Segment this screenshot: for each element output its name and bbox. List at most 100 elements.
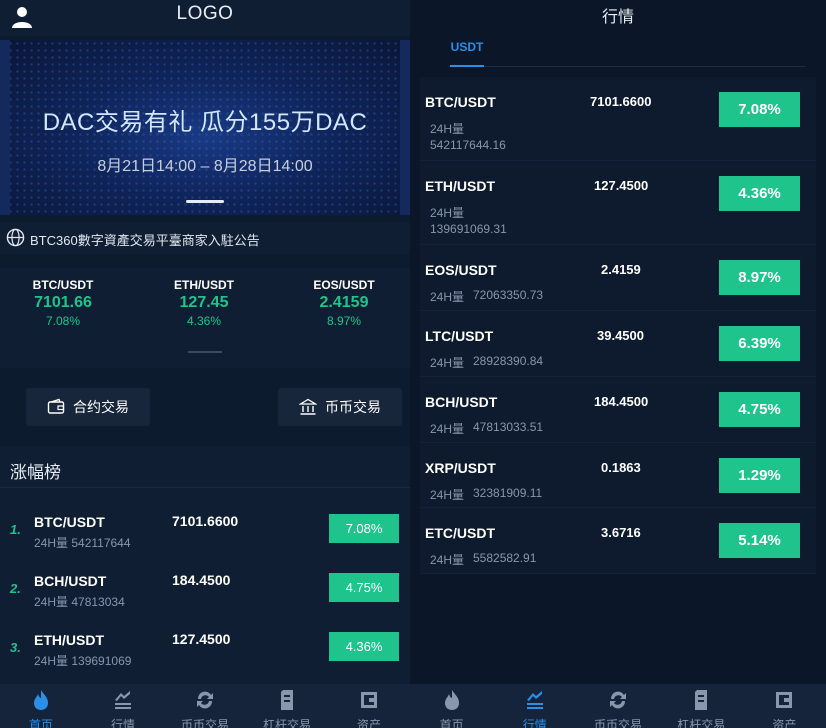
nav-tab-leverage-trade[interactable]: 杠杆交易	[246, 684, 328, 728]
gainer-volume: 24H量 47813034	[34, 595, 125, 609]
gainer-volume: 24H量 139691069	[34, 654, 132, 668]
gainer-pair: BTC/USDT	[34, 514, 105, 530]
market-price: 2.4159	[601, 262, 641, 277]
bank-icon	[299, 398, 317, 415]
exchange-icon	[610, 691, 626, 709]
gainer-change-badge: 7.08%	[329, 514, 399, 543]
ticker-price: 127.45	[179, 294, 229, 311]
nav-tab-label: 币币交易	[594, 718, 643, 728]
ticker-item[interactable]: EOS/USDT 2.4159 8.97%	[284, 278, 404, 328]
market-volume-label: 24H量	[430, 422, 465, 436]
nav-tab-assets[interactable]: 资产	[328, 684, 410, 728]
ticker-price: 7101.66	[34, 294, 92, 311]
nav-tab-label: 行情	[522, 718, 547, 728]
market-row[interactable]: XRP/USDT 0.1863 24H量 32381909.11 1.29%	[420, 443, 816, 508]
market-volume: 28928390.84	[473, 354, 544, 368]
chart-icon	[115, 691, 131, 709]
exchange-icon	[197, 691, 213, 709]
market-volume-label: 24H量	[430, 356, 465, 370]
nav-tab-leverage-trade[interactable]: 杠杆交易	[660, 684, 743, 728]
ticker-item[interactable]: ETH/USDT 127.45 4.36%	[144, 278, 264, 328]
ticker-change: 4.36%	[186, 314, 222, 328]
market-volume: 139691069.31	[430, 222, 507, 236]
market-pair: BCH/USDT	[425, 394, 498, 410]
market-volume-label: 24H量	[430, 290, 465, 304]
nav-tab-label: 行情	[110, 718, 135, 728]
market-row[interactable]: BTC/USDT 7101.6600 24H量 542117644.16 7.08%	[420, 77, 816, 161]
gainer-change-badge: 4.36%	[329, 632, 399, 661]
market-volume: 542117644.16	[430, 138, 506, 152]
banner-headline: DAC交易有礼 瓜分155万DAC	[42, 109, 368, 136]
gainer-rank: 2.	[10, 581, 21, 596]
nav-tab-label: 币币交易	[180, 718, 229, 728]
nav-tab-coin-trade[interactable]: 币币交易	[576, 684, 659, 728]
market-volume-label: 24H量	[430, 488, 465, 502]
gainer-row[interactable]: 2. BCH/USDT 24H量 47813034 184.4500 4.75%	[0, 559, 410, 618]
market-price: 39.4500	[597, 328, 644, 343]
market-volume-label: 24H量	[430, 553, 465, 567]
market-pair: XRP/USDT	[425, 460, 496, 476]
wallet-icon	[776, 692, 793, 708]
banner-indicator[interactable]	[186, 200, 224, 203]
coin-trade-button[interactable]: 币币交易	[278, 388, 402, 426]
home-header: LOGO	[0, 0, 410, 36]
nav-tab-label: 首页	[439, 718, 464, 728]
nav-tab-label: 资产	[356, 718, 381, 728]
market-row[interactable]: ETC/USDT 3.6716 24H量 5582582.91 5.14%	[420, 508, 816, 574]
gainer-row[interactable]: 3. ETH/USDT 24H量 139691069 127.4500 4.36…	[0, 618, 410, 677]
announcement-bar[interactable]: BTC360數字資產交易平臺商家入駐公告	[0, 222, 410, 254]
nav-tab-assets[interactable]: 资产	[743, 684, 826, 728]
market-tabs: USDT	[450, 38, 806, 67]
gainer-price: 7101.6600	[172, 513, 239, 529]
market-row[interactable]: LTC/USDT 39.4500 24H量 28928390.84 6.39%	[420, 311, 816, 377]
globe-icon	[6, 228, 25, 247]
gainer-row[interactable]: 1. BTC/USDT 24H量 542117644 7101.6600 7.0…	[0, 500, 410, 559]
market-volume: 32381909.11	[473, 486, 543, 500]
gainer-change-badge: 4.75%	[329, 573, 399, 602]
market-tab-usdt[interactable]: USDT	[450, 38, 484, 67]
promo-banner[interactable]: DAC交易有礼 瓜分155万DAC 8月21日14:00 – 8月28日14:0…	[0, 40, 410, 215]
coin-trade-label: 币币交易	[325, 399, 381, 415]
nav-tab-market[interactable]: 行情	[82, 684, 164, 728]
bottom-nav: 首页 行情 币币交易 杠杆交易 资产	[0, 684, 410, 728]
ticker-pair: EOS/USDT	[313, 278, 375, 292]
market-price: 127.4500	[594, 178, 649, 193]
market-change-badge: 5.14%	[719, 523, 800, 558]
home-page: LOGO DAC交易有礼 瓜分155万DAC 8月21日14:00 – 8月28…	[0, 0, 410, 728]
nav-tab-home[interactable]: 首页	[0, 684, 82, 728]
market-price: 0.1863	[601, 460, 641, 475]
nav-tab-label: 杠杆交易	[262, 718, 311, 728]
quick-actions: 合约交易 币币交易	[0, 375, 410, 441]
market-change-badge: 8.97%	[719, 260, 800, 295]
leverage-icon	[695, 690, 708, 710]
market-pair: ETH/USDT	[425, 178, 495, 194]
nav-tab-market[interactable]: 行情	[493, 684, 576, 728]
ticker-item[interactable]: BTC/USDT 7101.66 7.08%	[3, 278, 123, 328]
market-pair: LTC/USDT	[425, 328, 494, 344]
market-change-badge: 6.39%	[719, 326, 800, 361]
market-page: 行情 USDT BTC/USDT 7101.6600 24H量 542117644.1…	[410, 0, 826, 728]
nav-tab-coin-trade[interactable]: 币币交易	[164, 684, 246, 728]
market-pair: ETC/USDT	[425, 525, 495, 541]
market-row[interactable]: BCH/USDT 184.4500 24H量 47813033.51 4.75%	[420, 377, 816, 443]
bottom-nav: 首页 行情 币币交易 杠杆交易 资产	[410, 684, 826, 728]
nav-tab-home[interactable]: 首页	[410, 684, 493, 728]
ticker-pager-indicator	[188, 351, 222, 353]
nav-tab-label: 资产	[772, 718, 797, 728]
market-price: 184.4500	[594, 394, 649, 409]
market-row[interactable]: EOS/USDT 2.4159 24H量 72063350.73 8.97%	[420, 245, 816, 311]
nav-tab-label: 杠杆交易	[677, 718, 726, 728]
ticker-pair: ETH/USDT	[174, 278, 234, 292]
market-change-badge: 7.08%	[719, 92, 800, 127]
banner-date: 8月21日14:00 – 8月28日14:00	[97, 158, 313, 175]
market-volume-label: 24H量	[430, 206, 465, 220]
market-change-badge: 4.36%	[719, 176, 800, 211]
page-title: 行情	[601, 9, 634, 26]
market-row[interactable]: ETH/USDT 127.4500 24H量 139691069.31 4.36%	[420, 161, 816, 245]
market-volume: 5582582.91	[473, 551, 537, 565]
gainer-price: 184.4500	[172, 572, 231, 588]
gainers-list: 涨幅榜 1. BTC/USDT 24H量 542117644 7101.6600…	[0, 446, 410, 684]
contract-trade-button[interactable]: 合约交易	[26, 388, 150, 426]
market-volume-label: 24H量	[430, 122, 465, 136]
market-volume: 72063350.73	[473, 288, 544, 302]
